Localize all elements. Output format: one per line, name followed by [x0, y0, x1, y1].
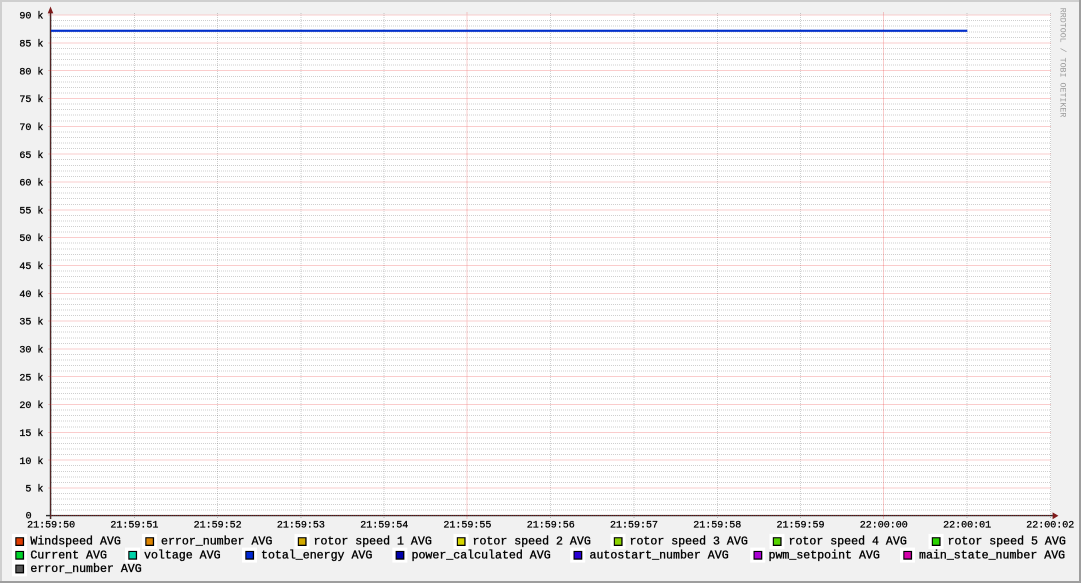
- svg-text:rotor speed 2 AVG: rotor speed 2 AVG: [473, 536, 591, 549]
- svg-text:5 k: 5 k: [25, 484, 43, 496]
- svg-text:40 k: 40 k: [19, 289, 43, 301]
- svg-text:total_energy AVG: total_energy AVG: [261, 549, 372, 562]
- svg-text:45 k: 45 k: [19, 261, 43, 273]
- svg-text:15 k: 15 k: [19, 428, 43, 440]
- svg-text:90 k: 90 k: [19, 11, 43, 23]
- svg-text:35 k: 35 k: [19, 317, 43, 329]
- svg-text:30 k: 30 k: [19, 345, 43, 357]
- svg-text:rotor speed 1 AVG: rotor speed 1 AVG: [314, 536, 432, 549]
- svg-text:10 k: 10 k: [19, 456, 43, 468]
- svg-text:voltage AVG: voltage AVG: [144, 549, 221, 562]
- svg-text:21:59:56: 21:59:56: [527, 520, 575, 531]
- svg-text:22:00:02: 22:00:02: [1026, 520, 1074, 531]
- svg-text:50 k: 50 k: [19, 233, 43, 245]
- svg-text:21:59:55: 21:59:55: [443, 520, 491, 531]
- svg-text:21:59:58: 21:59:58: [693, 520, 741, 531]
- svg-text:rotor speed 5 AVG: rotor speed 5 AVG: [948, 536, 1066, 549]
- svg-text:rotor speed 3 AVG: rotor speed 3 AVG: [630, 536, 748, 549]
- svg-text:21:59:52: 21:59:52: [194, 520, 242, 531]
- svg-text:21:59:50: 21:59:50: [27, 520, 75, 531]
- svg-text:Windspeed AVG: Windspeed AVG: [30, 536, 120, 549]
- svg-text:21:59:57: 21:59:57: [610, 520, 658, 531]
- svg-text:60 k: 60 k: [19, 178, 43, 190]
- svg-text:65 k: 65 k: [19, 150, 43, 162]
- svg-text:21:59:59: 21:59:59: [776, 520, 824, 531]
- svg-text:autostart_number AVG: autostart_number AVG: [590, 549, 729, 562]
- svg-text:20 k: 20 k: [19, 400, 43, 412]
- svg-text:power_calculated AVG: power_calculated AVG: [412, 549, 551, 562]
- svg-text:21:59:53: 21:59:53: [277, 520, 325, 531]
- svg-text:70 k: 70 k: [19, 122, 43, 134]
- svg-text:22:00:00: 22:00:00: [860, 520, 908, 531]
- svg-text:80 k: 80 k: [19, 66, 43, 78]
- svg-text:22:00:01: 22:00:01: [943, 520, 991, 531]
- svg-text:main_state_number AVG: main_state_number AVG: [919, 549, 1065, 562]
- svg-text:25 k: 25 k: [19, 372, 43, 384]
- svg-text:pwm_setpoint AVG: pwm_setpoint AVG: [769, 549, 880, 562]
- svg-text:error_number AVG: error_number AVG: [161, 536, 272, 549]
- svg-text:75 k: 75 k: [19, 94, 43, 106]
- svg-text:Current AVG: Current AVG: [30, 549, 107, 562]
- svg-text:55 k: 55 k: [19, 205, 43, 217]
- svg-text:85 k: 85 k: [19, 39, 43, 51]
- svg-text:rotor speed 4 AVG: rotor speed 4 AVG: [789, 536, 907, 549]
- svg-text:21:59:51: 21:59:51: [110, 520, 158, 531]
- svg-text:error_number AVG: error_number AVG: [30, 563, 141, 576]
- svg-text:RRDTOOL / TOBI OETIKER: RRDTOOL / TOBI OETIKER: [1058, 8, 1068, 118]
- svg-text:21:59:54: 21:59:54: [360, 520, 408, 531]
